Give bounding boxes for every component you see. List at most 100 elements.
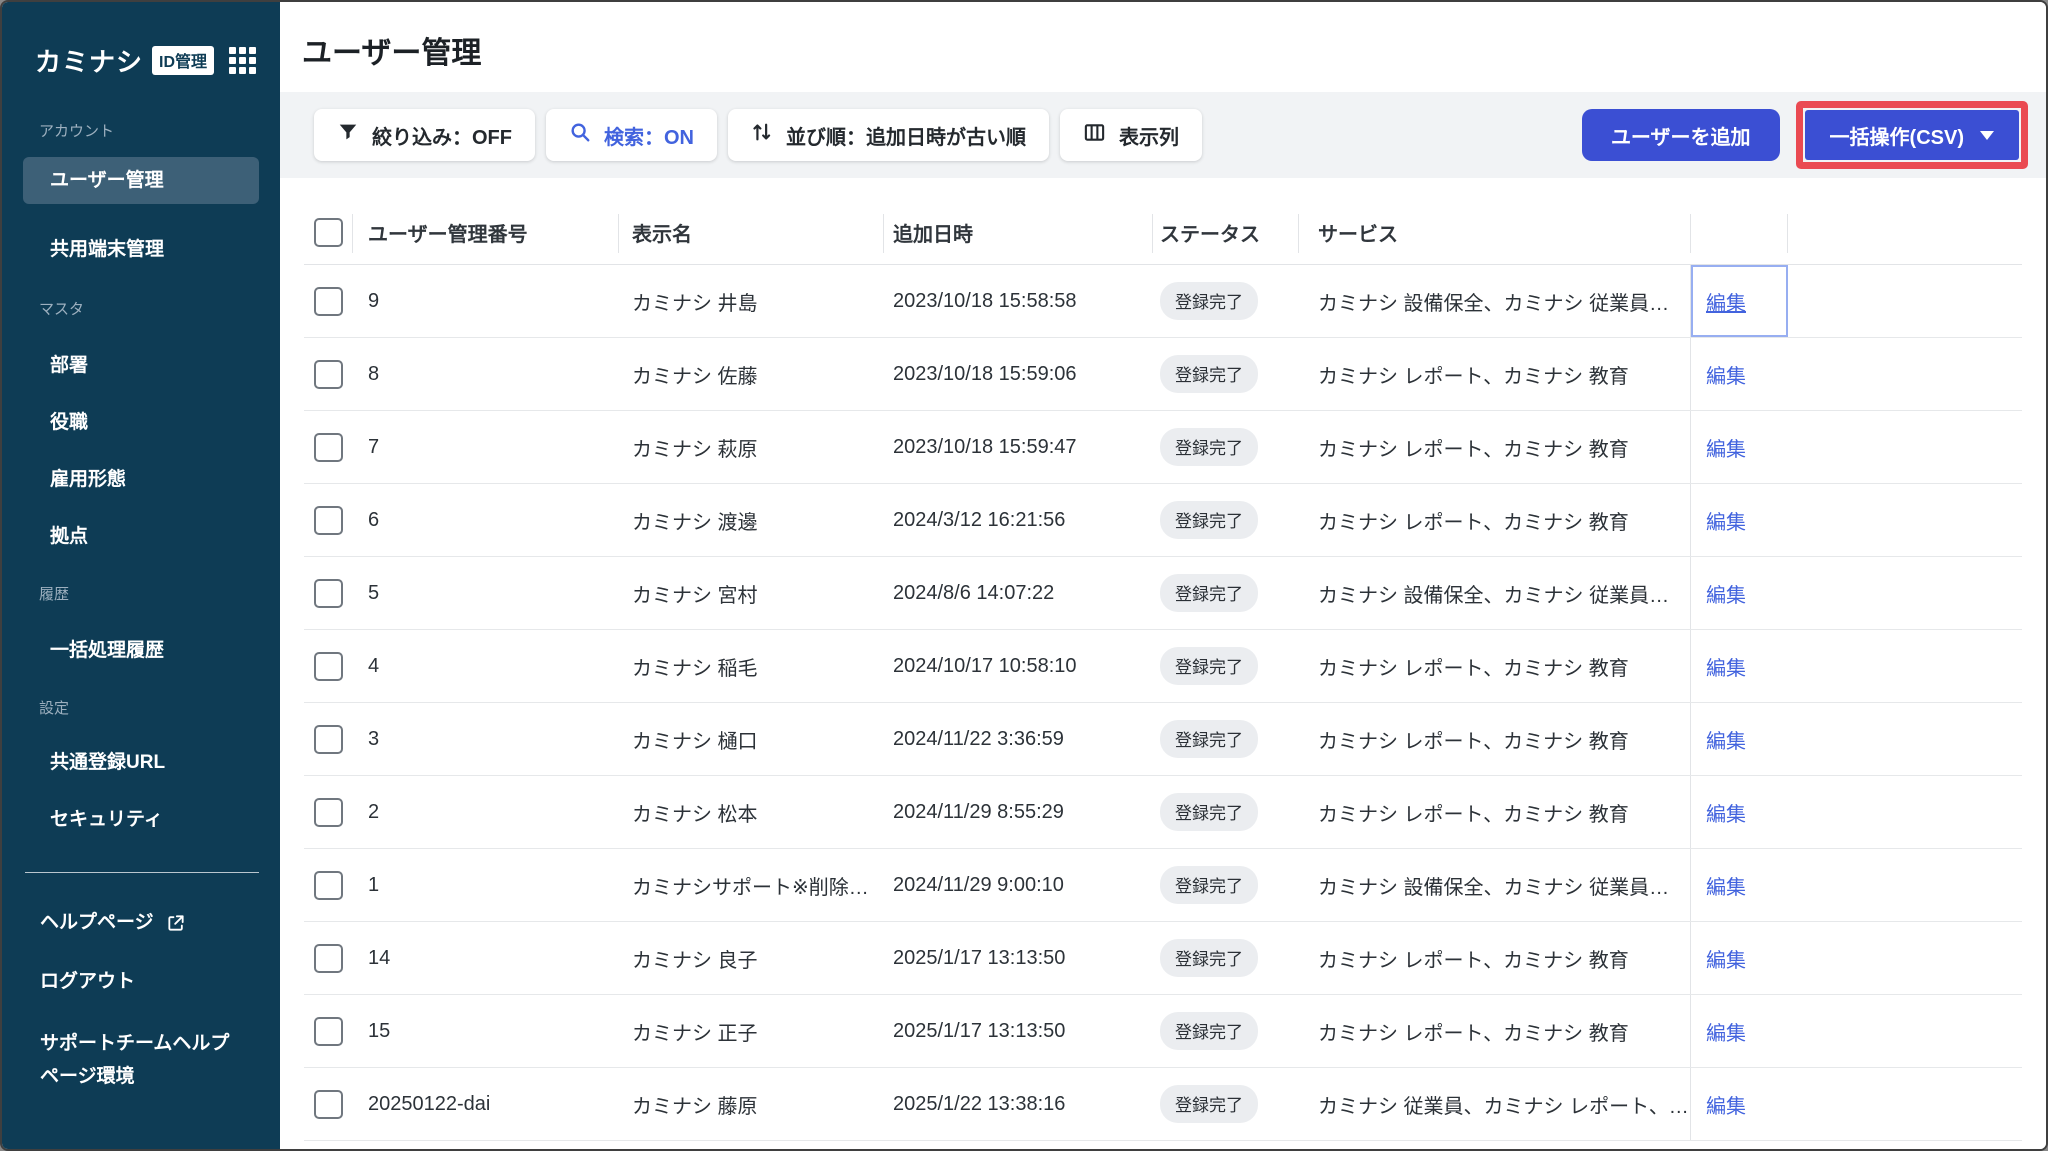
table-row: 4 カミナシ 稲毛 2024/10/17 10:58:10 登録完了 カミナシ … <box>304 630 2022 703</box>
cell-services: カミナシ レポート、カミナシ 教育 <box>1318 657 1629 680</box>
row-checkbox[interactable] <box>313 286 343 316</box>
header-edit-column <box>1690 200 1788 264</box>
row-checkbox[interactable] <box>313 1089 343 1119</box>
checkbox-cell <box>304 776 352 848</box>
table-row: 3 カミナシ 樋口 2024/11/22 3:36:59 登録完了 カミナシ レ… <box>304 703 2022 776</box>
cell-user-id: 7 <box>368 435 380 458</box>
cell-services: カミナシ レポート、カミナシ 教育 <box>1318 1022 1629 1045</box>
sidebar-section-label: 設定 <box>39 700 70 717</box>
edit-link[interactable]: 編集 <box>1706 433 1746 462</box>
sidebar-item-共用端末管理[interactable]: 共用端末管理 <box>50 236 280 264</box>
row-checkbox[interactable] <box>313 724 343 754</box>
sidebar-footer-item-2[interactable]: ログアウト <box>40 968 280 996</box>
cell-trailing <box>1788 338 2022 410</box>
filter-label: 絞り込み：OFF <box>372 126 512 149</box>
cell-status: 登録完了 <box>1152 630 1298 702</box>
cell-edit: 編集 <box>1690 484 1788 556</box>
edit-link[interactable]: 編集 <box>1706 1090 1746 1119</box>
edit-link[interactable]: 編集 <box>1706 579 1746 608</box>
cell-edit: 編集 <box>1690 703 1788 775</box>
sidebar-footer-item-1[interactable]: ヘルプページ <box>40 909 280 937</box>
cell-trailing <box>1788 995 2022 1067</box>
edit-link[interactable]: 編集 <box>1706 798 1746 827</box>
table-body: 9 カミナシ 井島 2023/10/18 15:58:58 登録完了 カミナシ … <box>304 265 2022 1141</box>
row-checkbox[interactable] <box>313 505 343 535</box>
header-services[interactable]: サービス <box>1298 200 1690 264</box>
sidebar-item-セキュリティ[interactable]: セキュリティ <box>50 806 280 834</box>
cell-services: カミナシ 設備保全、カミナシ 従業員… <box>1318 584 1670 607</box>
edit-link[interactable]: 編集 <box>1706 506 1746 535</box>
checkbox-cell <box>304 995 352 1067</box>
edit-link[interactable]: 編集 <box>1706 944 1746 973</box>
cell-trailing <box>1788 776 2022 848</box>
bulk-action-csv-button[interactable]: 一括操作(CSV) <box>1804 110 2019 160</box>
row-checkbox[interactable] <box>313 578 343 608</box>
checkbox-cell <box>304 557 352 629</box>
annotation-highlight-box: 一括操作(CSV) <box>1795 101 2028 169</box>
cell-services: カミナシ レポート、カミナシ 教育 <box>1318 511 1629 534</box>
cell-services: カミナシ 従業員、カミナシ レポート、… <box>1318 1095 1689 1118</box>
row-checkbox[interactable] <box>313 943 343 973</box>
filter-icon <box>337 121 359 149</box>
row-checkbox[interactable] <box>313 651 343 681</box>
cell-user-id: 3 <box>368 727 380 750</box>
row-checkbox[interactable] <box>313 432 343 462</box>
checkbox-cell <box>304 338 352 410</box>
sidebar-footer: ヘルプページ ログアウト サポートチームヘルプページ環境 <box>2 909 280 1093</box>
filter-button[interactable]: 絞り込み：OFF <box>314 109 535 161</box>
status-badge: 登録完了 <box>1160 1085 1258 1123</box>
app-grid-icon[interactable] <box>229 47 256 74</box>
cell-edit: 編集 <box>1690 1068 1788 1140</box>
cell-added: 2025/1/22 13:38:16 <box>893 1092 1066 1115</box>
checkbox-cell <box>304 411 352 483</box>
edit-link[interactable]: 編集 <box>1706 287 1746 316</box>
cell-trailing <box>1788 703 2022 775</box>
row-checkbox[interactable] <box>313 797 343 827</box>
sidebar-item-拠点[interactable]: 拠点 <box>50 523 280 551</box>
user-table: ユーザー管理番号 表示名 追加日時 ステータス サービス 9 カミナシ 井島 2… <box>304 200 2022 1141</box>
header-status[interactable]: ステータス <box>1152 200 1298 264</box>
sidebar-item-ユーザー管理[interactable]: ユーザー管理 <box>23 157 259 204</box>
edit-link[interactable]: 編集 <box>1706 725 1746 754</box>
status-badge: 登録完了 <box>1160 574 1258 612</box>
cell-user-id: 8 <box>368 362 380 385</box>
add-user-button[interactable]: ユーザーを追加 <box>1581 109 1780 161</box>
bulk-action-label: 一括操作(CSV) <box>1829 126 1964 149</box>
search-button[interactable]: 検索：ON <box>546 109 717 161</box>
header-trailing <box>1788 200 2022 264</box>
header-name[interactable]: 表示名 <box>618 200 883 264</box>
row-checkbox[interactable] <box>313 359 343 389</box>
checkbox-cell <box>304 1068 352 1140</box>
header-added[interactable]: 追加日時 <box>883 200 1152 264</box>
columns-button[interactable]: 表示列 <box>1060 109 1202 161</box>
cell-name: カミナシ 稲毛 <box>632 657 758 680</box>
cell-status: 登録完了 <box>1152 776 1298 848</box>
header-user-id[interactable]: ユーザー管理番号 <box>352 200 618 264</box>
cell-trailing <box>1788 557 2022 629</box>
sidebar-item-雇用形態[interactable]: 雇用形態 <box>50 466 280 494</box>
table-row: 20250122-dai カミナシ 藤原 2025/1/22 13:38:16 … <box>304 1068 2022 1141</box>
edit-link[interactable]: 編集 <box>1706 1017 1746 1046</box>
sidebar-item-一括処理履歴[interactable]: 一括処理履歴 <box>50 637 280 665</box>
cell-added: 2025/1/17 13:13:50 <box>893 946 1066 969</box>
sidebar-item-部署[interactable]: 部署 <box>50 352 280 380</box>
cell-edit: 編集 <box>1690 630 1788 702</box>
status-badge: 登録完了 <box>1160 647 1258 685</box>
cell-status: 登録完了 <box>1152 849 1298 921</box>
sidebar-item-共通登録URL[interactable]: 共通登録URL <box>50 749 280 777</box>
status-badge: 登録完了 <box>1160 939 1258 977</box>
status-badge: 登録完了 <box>1160 720 1258 758</box>
select-all-checkbox[interactable] <box>313 217 343 247</box>
row-checkbox[interactable] <box>313 870 343 900</box>
cell-status: 登録完了 <box>1152 1068 1298 1140</box>
row-checkbox[interactable] <box>313 1016 343 1046</box>
table-row: 8 カミナシ 佐藤 2023/10/18 15:59:06 登録完了 カミナシ … <box>304 338 2022 411</box>
cell-user-id: 15 <box>368 1019 391 1042</box>
edit-link[interactable]: 編集 <box>1706 652 1746 681</box>
checkbox-cell <box>304 265 352 337</box>
sort-button[interactable]: 並び順：追加日時が古い順 <box>728 109 1049 161</box>
sidebar-footer-item-3[interactable]: サポートチームヘルプページ環境 <box>40 1027 235 1093</box>
sidebar-item-役職[interactable]: 役職 <box>50 409 280 437</box>
edit-link[interactable]: 編集 <box>1706 871 1746 900</box>
edit-link[interactable]: 編集 <box>1706 360 1746 389</box>
